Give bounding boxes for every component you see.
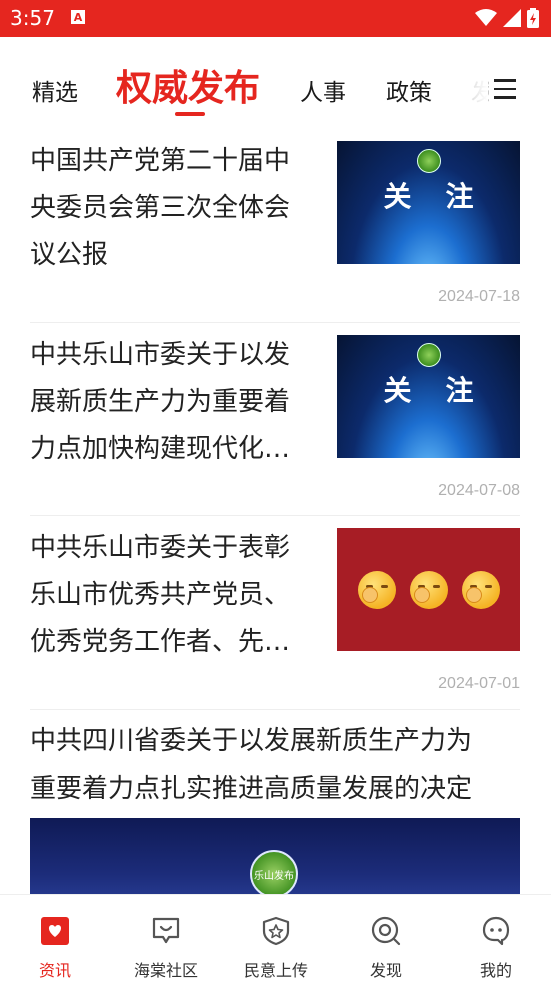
leshan-fabu-logo: 乐山发布: [250, 850, 298, 898]
battery-icon: [527, 8, 539, 28]
shield-star-icon: [262, 916, 290, 946]
nav-label: 民意上传: [243, 961, 308, 980]
title-line: 中共乐山市委关于以发: [30, 340, 291, 370]
menu-icon[interactable]: [494, 79, 516, 99]
nav-zixun[interactable]: 资讯: [10, 915, 100, 981]
nav-label: 资讯: [38, 961, 71, 980]
title-line: 议公报: [30, 240, 109, 270]
title-line: 中国共产党第二十届中: [30, 146, 291, 176]
title-line: 乐山市优秀共产党员、: [30, 580, 291, 610]
nav-label: 发现: [369, 961, 402, 980]
featured-title[interactable]: 中共四川省委关于以发展新质生产力为 重要着力点扎实推进高质量发展的决定: [30, 717, 530, 813]
tab-renshi[interactable]: 人事: [300, 73, 346, 107]
emoji-icon: [461, 570, 500, 609]
notification-icon: A: [71, 10, 85, 24]
news-thumbnail: 关注: [337, 335, 520, 458]
news-item[interactable]: 中共乐山市委关于表彰 乐山市优秀共产党员、 优秀党务工作者、先… 2024-07…: [30, 525, 520, 705]
news-thumbnail: [337, 528, 520, 651]
news-item[interactable]: 中国共产党第二十届中 央委员会第三次全体会 议公报 关注 2024-07-18: [30, 138, 520, 318]
profile-icon: [482, 916, 510, 946]
discover-icon: [371, 916, 401, 946]
nav-label: 海棠社区: [133, 961, 198, 980]
nav-faxian[interactable]: 发现: [341, 915, 431, 981]
title-line: 中共四川省委关于以发展新质生产力为: [30, 726, 473, 756]
divider: [30, 515, 520, 516]
news-date: 2024-07-08: [438, 482, 520, 499]
wifi-icon: [475, 9, 497, 26]
news-thumbnail: 关注: [337, 141, 520, 264]
community-icon: [152, 917, 180, 944]
title-line: 力点加快构建现代化…: [30, 434, 291, 464]
nav-minyi-shangchuan[interactable]: 民意上传: [231, 915, 321, 981]
emoji-icon: [357, 570, 396, 609]
news-title: 中共乐山市委关于表彰 乐山市优秀共产党员、 优秀党务工作者、先…: [30, 525, 310, 666]
nav-wode[interactable]: 我的: [451, 915, 541, 981]
category-tabbar: 精选 权威发布 人事 政策 发: [0, 37, 551, 127]
title-line: 优秀党务工作者、先…: [30, 627, 291, 657]
title-line: 重要着力点扎实推进高质量发展的决定: [30, 774, 473, 804]
logo-icon: [417, 149, 441, 173]
news-item[interactable]: 中共乐山市委关于以发 展新质生产力为重要着 力点加快构建现代化… 关注 2024…: [30, 332, 520, 512]
featured-image[interactable]: 乐山发布: [30, 818, 520, 898]
divider: [30, 322, 520, 323]
status-bar: 3:57 A: [0, 0, 551, 37]
news-heart-icon: [41, 917, 69, 945]
title-line: 展新质生产力为重要着: [30, 387, 291, 417]
thumb-caption: 关注: [383, 374, 508, 407]
thumb-caption: 关注: [383, 180, 508, 213]
news-date: 2024-07-01: [438, 675, 520, 692]
status-icons: [475, 8, 539, 28]
title-line: 中共乐山市委关于表彰: [30, 533, 291, 563]
nav-haitang-shequ[interactable]: 海棠社区: [121, 915, 211, 981]
news-title: 中国共产党第二十届中 央委员会第三次全体会 议公报: [30, 138, 310, 279]
signal-icon: [503, 9, 521, 27]
tab-jingxuan[interactable]: 精选: [32, 73, 78, 107]
bottom-nav: 资讯 海棠社区 民意上传 发现 我的: [0, 894, 551, 982]
news-title: 中共乐山市委关于以发 展新质生产力为重要着 力点加快构建现代化…: [30, 332, 310, 473]
logo-icon: [417, 343, 441, 367]
tab-quanwei-fabu[interactable]: 权威发布: [116, 59, 260, 111]
active-tab-indicator: [175, 112, 205, 116]
emoji-icon: [409, 570, 448, 609]
divider: [30, 709, 520, 710]
tab-fade-overlay: [458, 67, 488, 107]
news-date: 2024-07-18: [438, 288, 520, 305]
nav-label: 我的: [479, 961, 512, 980]
tab-zhengce[interactable]: 政策: [386, 73, 432, 107]
status-time: 3:57: [10, 6, 55, 30]
title-line: 央委员会第三次全体会: [30, 193, 291, 223]
